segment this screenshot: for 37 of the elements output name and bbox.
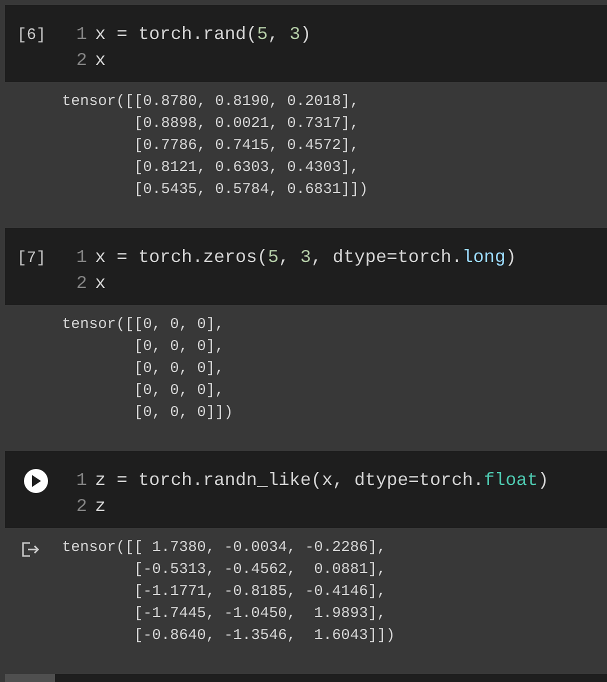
- output-icon[interactable]: [22, 542, 39, 557]
- code-cell[interactable]: [7] 1 x = torch.zeros(5, 3, dtype=torch.long) 2 x: [5, 228, 607, 305]
- line-number: 2: [75, 496, 87, 519]
- code-cell[interactable]: 1 z = torch.randn_like(x, dtype=torch.float) 2 z: [5, 451, 607, 528]
- run-button[interactable]: [24, 469, 48, 493]
- line-number: 2: [75, 273, 87, 296]
- code-line: z = torch.randn_like(x, dtype=torch.float): [95, 470, 549, 493]
- code-line: z: [95, 496, 106, 519]
- code-line: x: [95, 50, 106, 73]
- output-line: [0, 0, 0]]): [133, 403, 234, 423]
- output-line: [0.8898, 0.0021, 0.7317],: [133, 114, 360, 134]
- scrollbar[interactable]: [5, 674, 607, 682]
- scrollbar-thumb[interactable]: [5, 674, 55, 682]
- execution-count: [6]: [17, 25, 46, 46]
- line-number: 1: [75, 470, 87, 493]
- output-line: [0.7786, 0.7415, 0.4572],: [133, 136, 360, 156]
- output-line: [0.8121, 0.6303, 0.4303],: [133, 158, 360, 178]
- code-line: x: [95, 273, 106, 296]
- line-number: 2: [75, 50, 87, 73]
- output-line: [-1.1771, -0.8185, -0.4146],: [133, 582, 388, 602]
- play-icon: [31, 475, 41, 487]
- output-line: tensor([[0.8780, 0.8190, 0.2018],: [62, 92, 360, 112]
- line-number: 1: [75, 247, 87, 270]
- output-line: tensor([[ 1.7380, -0.0034, -0.2286],: [62, 538, 388, 558]
- output-line: [0, 0, 0],: [133, 337, 226, 357]
- line-number: 1: [75, 24, 87, 47]
- code-line: x = torch.zeros(5, 3, dtype=torch.long): [95, 247, 516, 270]
- output-line: [0.5435, 0.5784, 0.6831]]): [133, 180, 368, 200]
- output-line: [-0.8640, -1.3546, 1.6043]]): [133, 626, 396, 646]
- output-line: [0, 0, 0],: [133, 359, 226, 379]
- execution-count: [7]: [17, 248, 46, 269]
- output-line: [-0.5313, -0.4562, 0.0881],: [133, 560, 388, 580]
- code-line: x = torch.rand(5, 3): [95, 24, 312, 47]
- output-line: [0, 0, 0],: [133, 381, 226, 401]
- output-line: tensor([[0, 0, 0],: [62, 315, 226, 335]
- output-line: [-1.7445, -1.0450, 1.9893],: [133, 604, 388, 624]
- code-cell[interactable]: [6] 1 x = torch.rand(5, 3) 2 x: [5, 5, 607, 82]
